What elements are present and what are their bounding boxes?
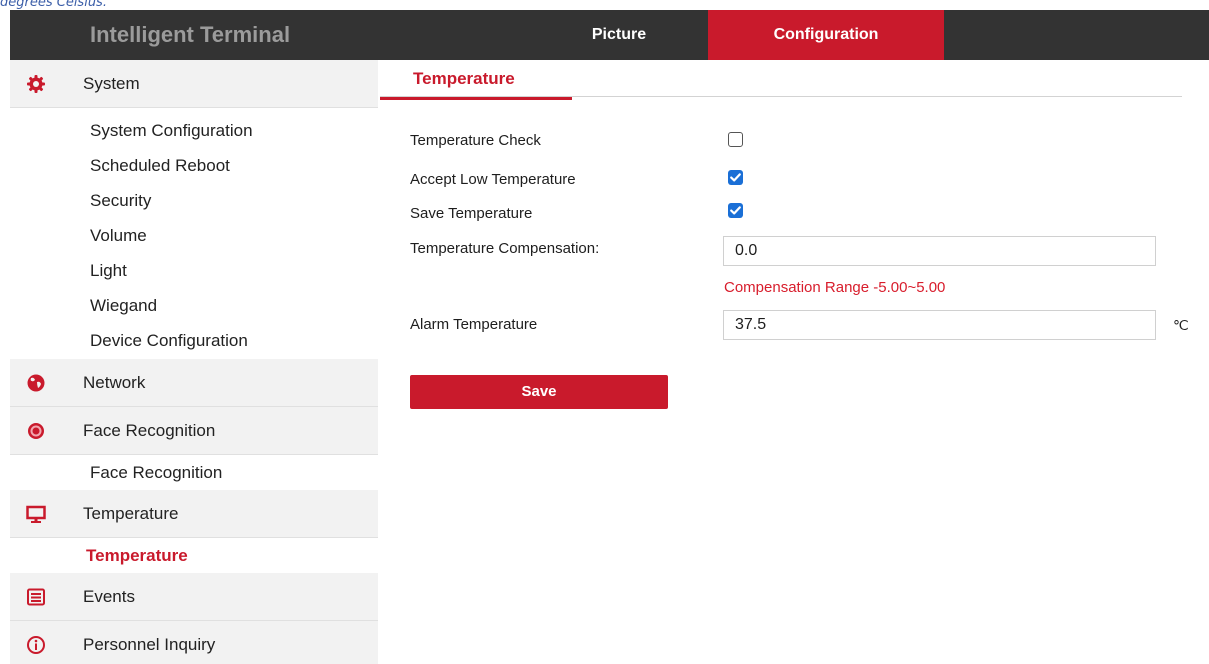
sidebar-item-wiegand[interactable]: Wiegand: [10, 288, 378, 323]
alarm-temperature-input[interactable]: [723, 310, 1156, 340]
sidebar-item-volume[interactable]: Volume: [10, 218, 378, 253]
temperature-check-label: Temperature Check: [410, 132, 541, 149]
sidebar-item-system-configuration[interactable]: System Configuration: [10, 113, 378, 148]
temperature-compensation-label: Temperature Compensation:: [410, 240, 600, 257]
globe-icon: [27, 374, 45, 392]
gear-icon: [27, 75, 45, 93]
sidebar-item-temperature[interactable]: Temperature: [10, 538, 378, 573]
sidebar-section-temperature[interactable]: Temperature: [10, 490, 378, 538]
tab-picture[interactable]: Picture: [530, 10, 708, 60]
tab-configuration[interactable]: Configuration: [708, 10, 944, 60]
brand-title: Intelligent Terminal: [90, 22, 291, 47]
target-icon: [28, 423, 44, 439]
alarm-temperature-label: Alarm Temperature: [410, 316, 538, 333]
save-temperature-label: Save Temperature: [410, 205, 533, 222]
sidebar-section-label: Personnel Inquiry: [83, 635, 216, 654]
list-icon: [27, 588, 45, 606]
info-icon: [27, 636, 45, 654]
sidebar-item-light[interactable]: Light: [10, 253, 378, 288]
sidebar: System System Configuration Scheduled Re…: [10, 60, 378, 664]
compensation-range-hint: Compensation Range -5.00~5.00: [724, 279, 946, 296]
sidebar-section-events[interactable]: Events: [10, 573, 378, 621]
accept-low-temperature-checkbox[interactable]: [728, 170, 743, 185]
sidebar-item-face-recognition[interactable]: Face Recognition: [10, 455, 378, 490]
celsius-unit-label: ℃: [1173, 317, 1189, 333]
tab-temperature[interactable]: Temperature: [380, 60, 572, 100]
accept-low-temperature-label: Accept Low Temperature: [410, 171, 576, 188]
sidebar-section-face-recognition[interactable]: Face Recognition: [10, 407, 378, 455]
main-content: Temperature Temperature Check Accept Low…: [380, 60, 1209, 664]
save-temperature-checkbox[interactable]: [728, 203, 743, 218]
sidebar-section-label: Face Recognition: [83, 421, 216, 440]
caption-text: degrees Celsius.: [0, 0, 107, 10]
sidebar-section-label: Network: [83, 373, 146, 392]
subtab-bar: Temperature: [380, 60, 1182, 100]
sidebar-section-personnel-inquiry[interactable]: Personnel Inquiry: [10, 621, 378, 664]
sidebar-item-scheduled-reboot[interactable]: Scheduled Reboot: [10, 148, 378, 183]
sidebar-section-label: Events: [83, 587, 135, 606]
temperature-compensation-input[interactable]: [723, 236, 1156, 266]
sidebar-item-security[interactable]: Security: [10, 183, 378, 218]
top-navigation-bar: Intelligent Terminal Picture Configurati…: [10, 10, 1209, 60]
checkmark-icon: [730, 173, 741, 182]
sidebar-section-network[interactable]: Network: [10, 359, 378, 407]
save-button[interactable]: Save: [410, 375, 668, 409]
sidebar-section-system[interactable]: System: [10, 60, 378, 108]
sidebar-section-label: System: [83, 74, 140, 93]
checkmark-icon: [730, 206, 741, 215]
monitor-icon: [26, 505, 46, 523]
sidebar-item-device-configuration[interactable]: Device Configuration: [10, 323, 378, 358]
temperature-check-checkbox[interactable]: [728, 132, 743, 147]
sidebar-section-label: Temperature: [83, 504, 179, 523]
